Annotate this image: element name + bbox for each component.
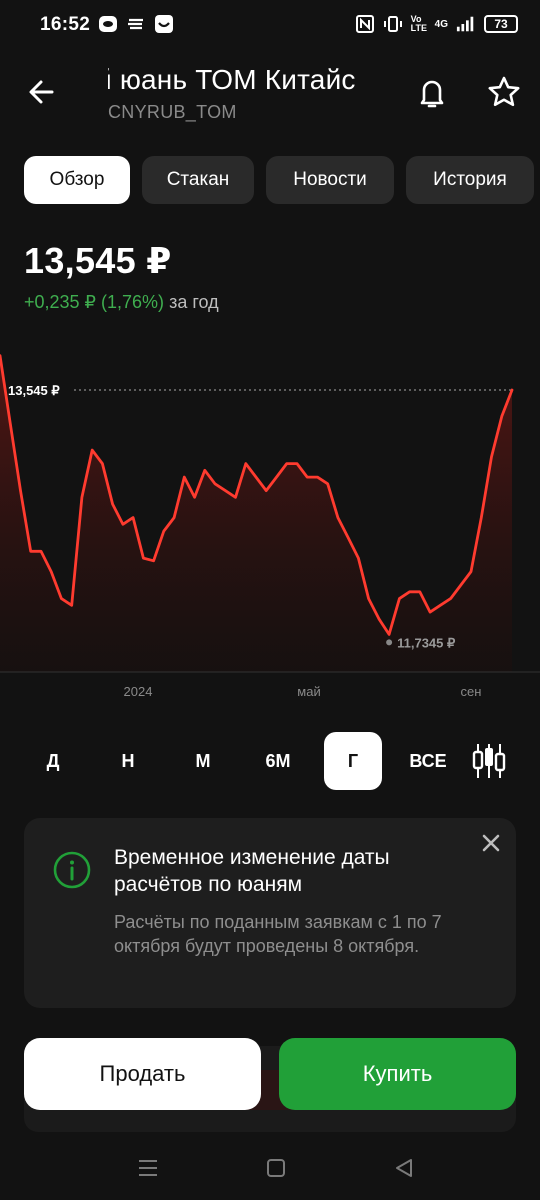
square-icon <box>267 1159 285 1177</box>
period-month[interactable]: М <box>174 732 232 790</box>
status-right-icons: Vo LTE 4G 73 <box>355 14 518 34</box>
chart-area-fill <box>0 355 512 672</box>
vibrate-icon <box>383 14 403 34</box>
price-change: +0,235 ₽ (1,76%) за год <box>24 292 219 313</box>
close-notice-button[interactable] <box>478 830 504 856</box>
price-change-value: +0,235 ₽ (1,76%) <box>24 292 165 312</box>
period-year[interactable]: Г <box>324 732 382 790</box>
chat-app-icon <box>98 14 118 34</box>
x-tick-label: 2024 <box>124 684 153 699</box>
recents-button[interactable] <box>134 1154 162 1182</box>
nfc-icon <box>355 14 375 34</box>
battery-icon: 73 <box>484 15 518 33</box>
status-time: 16:52 <box>40 14 91 35</box>
buy-button[interactable]: Купить <box>279 1038 516 1110</box>
lines-app-icon <box>126 14 146 34</box>
volte-label: Vo LTE <box>410 14 427 33</box>
arrow-left-icon <box>29 80 54 104</box>
min-price-label: 11,7345 ₽ <box>397 635 456 650</box>
back-button[interactable] <box>24 74 60 110</box>
period-6months[interactable]: 6М <box>249 732 307 790</box>
last-price-label: 13,545 ₽ <box>8 383 60 398</box>
page-title: й юань ТОМ Китайс <box>108 64 356 95</box>
info-icon <box>52 850 92 890</box>
favorite-button[interactable] <box>484 72 524 112</box>
price-change-period: за год <box>169 292 219 312</box>
back-nav-button[interactable] <box>390 1154 418 1182</box>
title-container: й юань ТОМ Китайс <box>108 64 398 104</box>
section-tabs: Обзор Стакан Новости История <box>24 156 534 204</box>
chart-type-button[interactable] <box>468 740 510 782</box>
price-chart[interactable]: 13,545 ₽ 11,7345 ₽ 2024 май сен <box>0 340 540 710</box>
system-nav-bar <box>0 1140 540 1200</box>
period-day[interactable]: Д <box>24 732 82 790</box>
close-icon <box>482 834 500 852</box>
triangle-back-icon <box>396 1159 412 1177</box>
home-button[interactable] <box>262 1154 290 1182</box>
tab-overview[interactable]: Обзор <box>24 156 130 204</box>
notice-title: Временное изменение даты расчётов по юан… <box>114 846 390 896</box>
notice-card: Временное изменение даты расчётов по юан… <box>24 818 516 1008</box>
x-tick-label: май <box>297 684 320 699</box>
min-price-marker <box>386 639 393 646</box>
menu-lines-icon <box>139 1160 157 1176</box>
ticker-label: CNYRUB_TOM <box>108 102 237 122</box>
status-bar: 16:52 Vo LTE 4G 73 <box>0 0 540 48</box>
star-icon <box>488 76 520 107</box>
notification-button[interactable] <box>412 72 452 112</box>
network-label: 4G <box>434 18 448 30</box>
bell-icon <box>420 80 444 108</box>
period-selector: Д Н М 6М Г ВСЕ <box>24 732 524 790</box>
status-left-icons <box>98 14 174 34</box>
x-tick-label: сен <box>461 684 482 699</box>
candlestick-icon <box>472 744 506 778</box>
signal-icon <box>456 14 476 34</box>
smile-app-icon <box>154 14 174 34</box>
tab-history[interactable]: История <box>406 156 534 204</box>
period-all[interactable]: ВСЕ <box>399 732 457 790</box>
period-week[interactable]: Н <box>99 732 157 790</box>
sell-button[interactable]: Продать <box>24 1038 261 1110</box>
app-header: й юань ТОМ Китайс CNYRUB_TOM <box>0 56 540 136</box>
tab-orderbook[interactable]: Стакан <box>142 156 254 204</box>
tab-news[interactable]: Новости <box>266 156 394 204</box>
notice-body: Расчёты по поданным заявкам с 1 по 7 окт… <box>114 912 442 956</box>
current-price: 13,545 ₽ <box>24 240 172 281</box>
